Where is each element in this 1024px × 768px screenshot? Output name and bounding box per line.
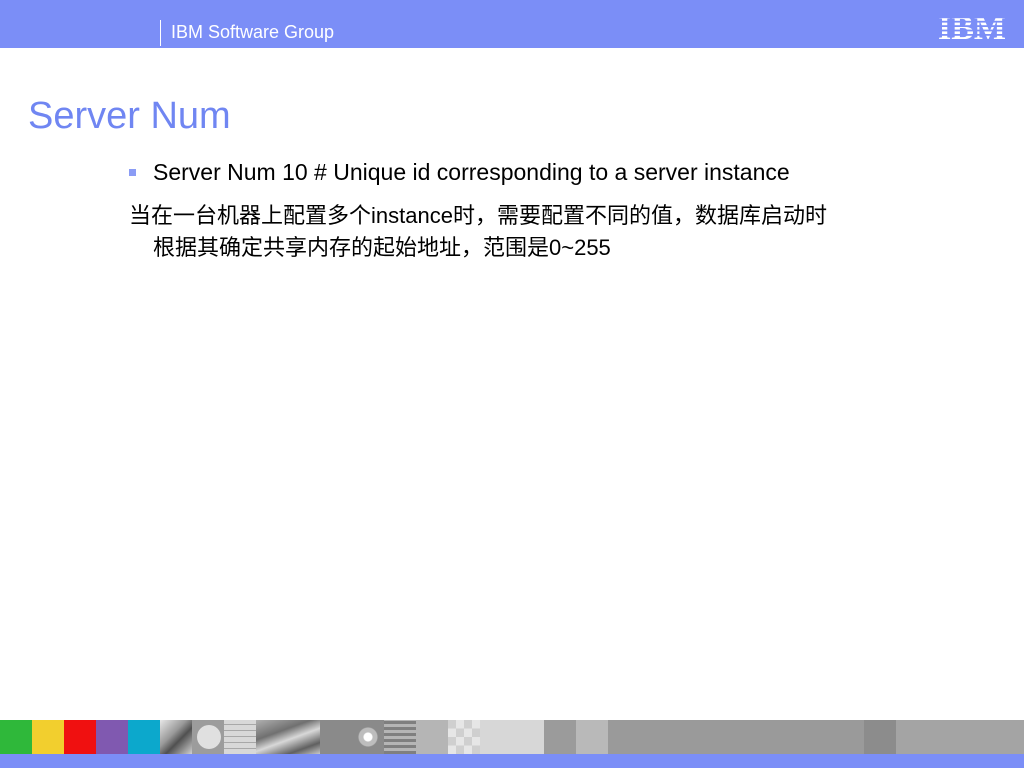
paragraph-line-2: 根据其确定共享内存的起始地址，范围是0~255 (153, 235, 611, 260)
circle-icon (197, 725, 221, 749)
footer-tile-green (0, 720, 32, 754)
footer-tile-gray-4 (864, 720, 896, 754)
footer-tile-light-2 (480, 720, 544, 754)
footer-tile-red (64, 720, 96, 754)
footer-tile-grid (224, 720, 256, 754)
header-separator (160, 20, 161, 46)
footer-tile-light-1 (416, 720, 448, 754)
footer-tile-photo-2 (256, 720, 320, 754)
footer-tile-yellow (32, 720, 64, 754)
footer-tile-light-3 (576, 720, 608, 754)
footer-tile-flower (352, 720, 384, 754)
footer-bar (0, 754, 1024, 768)
footer-tile-circle (192, 720, 224, 754)
paragraph-line-1: 当在一台机器上配置多个instance时，需要配置不同的值，数据库启动时 (129, 203, 827, 228)
footer-tile-checker (448, 720, 480, 754)
ibm-logo-text: IBM (938, 10, 1006, 41)
footer-tile-gray-3 (608, 720, 864, 754)
footer-tile-cyan (128, 720, 160, 754)
footer-tile-gray (320, 720, 352, 754)
footer-tile-gray-2 (544, 720, 576, 754)
bullet-text: Server Num 10 # Unique id corresponding … (153, 159, 790, 185)
footer-tile-purple (96, 720, 128, 754)
footer-tile-photo (160, 720, 192, 754)
footer-tile-gray-5 (896, 720, 1024, 754)
slide-title: Server Num (28, 95, 231, 137)
bullet-item: Server Num 10 # Unique id corresponding … (129, 156, 790, 188)
square-bullet-icon (129, 168, 136, 176)
description-paragraph: 当在一台机器上配置多个instance时，需要配置不同的值，数据库启动时 根据其… (129, 200, 993, 264)
header-bar: IBM Software Group IBM (0, 0, 1024, 48)
header-group-label: IBM Software Group (171, 22, 335, 42)
footer-tile-stripes (384, 720, 416, 754)
ibm-logo: IBM (938, 10, 1006, 41)
footer-decoration-strip (0, 720, 1024, 754)
